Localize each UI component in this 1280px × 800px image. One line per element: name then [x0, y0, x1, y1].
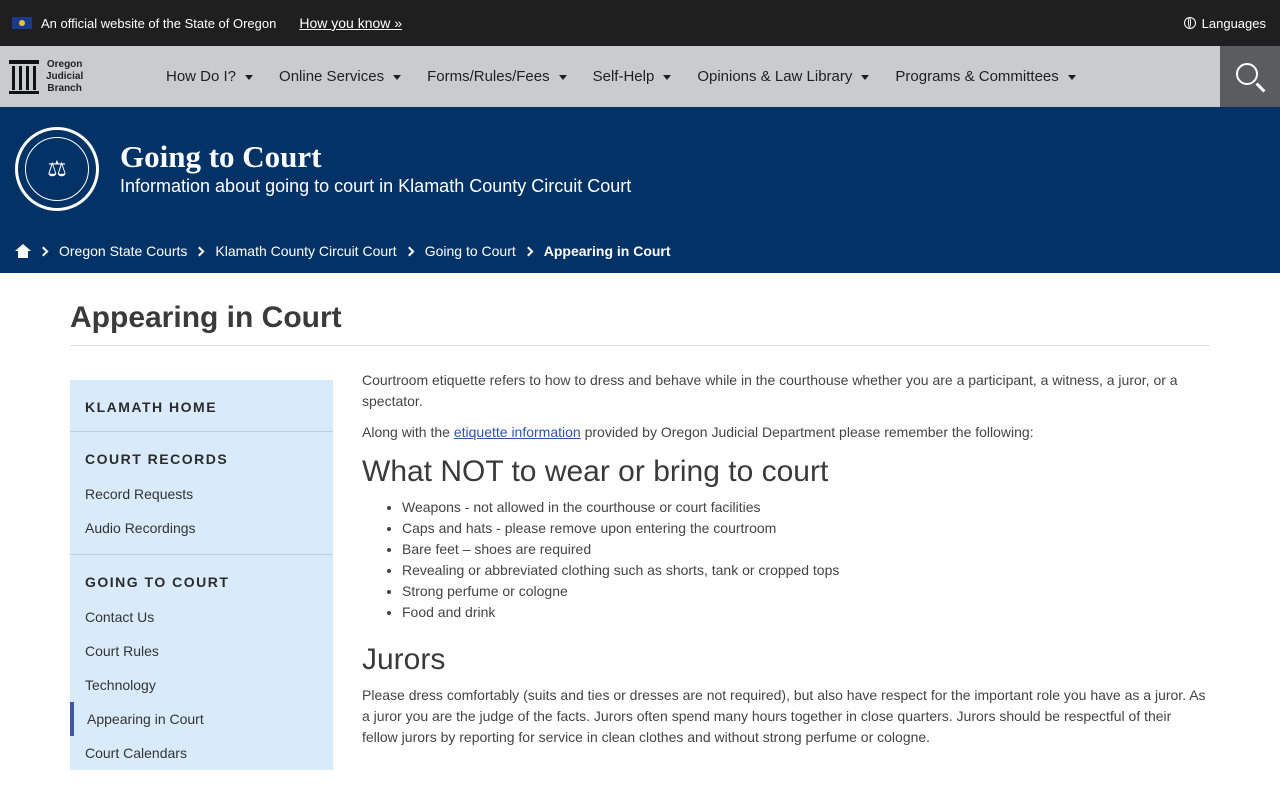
chevron-right-icon — [38, 246, 49, 256]
jurors-paragraph: Please dress comfortably (suits and ties… — [362, 687, 1206, 745]
languages-label: Languages — [1201, 15, 1266, 31]
main-navbar: Oregon Judicial Branch How Do I? Online … — [0, 46, 1280, 107]
sidebar-item-court-rules[interactable]: Court Rules — [70, 634, 333, 668]
banner-title: Going to Court — [120, 139, 322, 174]
sidebar-heading-court-records[interactable]: COURT RECORDS — [70, 432, 333, 483]
nav-menu: How Do I? Online Services Forms/Rules/Fe… — [166, 68, 1102, 85]
chevron-right-icon — [523, 246, 534, 256]
page-title: Appearing in Court — [70, 273, 1210, 346]
list-item: Revealing or abbreviated clothing such a… — [402, 560, 1210, 581]
list-item: Weapons - not allowed in the courthouse … — [402, 497, 1210, 518]
home-icon[interactable] — [15, 244, 31, 258]
list-item: Caps and hats - please remove upon enter… — [402, 518, 1210, 539]
sidebar-item-appearing-in-court[interactable]: Appearing in Court — [70, 702, 333, 736]
sidebar-item-audio-recordings[interactable]: Audio Recordings — [70, 511, 333, 554]
etiquette-paragraph: Along with the etiquette information pro… — [362, 424, 1034, 440]
list-item: Strong perfume or cologne — [402, 581, 1210, 602]
breadcrumb-current: Appearing in Court — [543, 243, 671, 259]
breadcrumb: Oregon State Courts Klamath County Circu… — [15, 243, 671, 259]
sidebar-item-contact-us[interactable]: Contact Us — [70, 600, 333, 634]
sidebar-heading-going-to-court[interactable]: GOING TO COURT — [70, 555, 333, 606]
etiquette-information-link[interactable]: etiquette information — [454, 424, 581, 440]
nav-online-services[interactable]: Online Services — [279, 68, 402, 85]
search-icon — [1236, 62, 1258, 85]
chevron-right-icon — [194, 246, 205, 256]
languages-button[interactable]: Languages — [1183, 15, 1266, 31]
breadcrumb-klamath-county[interactable]: Klamath County Circuit Court — [215, 243, 396, 259]
caret-down-icon — [245, 75, 254, 80]
caret-down-icon — [663, 75, 672, 80]
caret-down-icon — [558, 75, 567, 80]
page-banner: ⚖ Going to Court Information about going… — [0, 107, 1280, 273]
nav-self-help[interactable]: Self-Help — [593, 68, 672, 85]
nav-programs-committees[interactable]: Programs & Committees — [895, 68, 1076, 85]
ojd-logo[interactable]: Oregon Judicial Branch — [0, 59, 154, 95]
nav-opinions-law-library[interactable]: Opinions & Law Library — [697, 68, 870, 85]
official-banner: An official website of the State of Oreg… — [0, 0, 1280, 46]
banner-subtitle: Information about going to court in Klam… — [120, 176, 632, 196]
pillar-icon — [9, 59, 39, 94]
wear-list: Weapons - not allowed in the courthouse … — [362, 497, 1210, 623]
how-you-know-link[interactable]: How you know » — [299, 15, 402, 31]
brand-text: Oregon Judicial Branch — [46, 58, 84, 94]
caret-down-icon — [393, 75, 402, 80]
globe-icon — [1183, 17, 1196, 29]
oregon-flag-icon — [12, 17, 32, 29]
heading-what-not-to-wear: What NOT to wear or bring to court — [362, 455, 829, 488]
heading-jurors: Jurors — [362, 643, 446, 676]
caret-down-icon — [861, 75, 870, 80]
sidebar: KLAMATH HOME COURT RECORDS Record Reques… — [70, 380, 333, 770]
official-text: An official website of the State of Oreg… — [41, 15, 277, 31]
intro-paragraph: Courtroom etiquette refers to how to dre… — [362, 372, 1178, 409]
sidebar-group-court-records: COURT RECORDS Record Requests Audio Reco… — [70, 431, 333, 554]
main-content: Courtroom etiquette refers to how to dre… — [362, 372, 1210, 770]
search-button[interactable] — [1220, 46, 1280, 107]
breadcrumb-oregon-state-courts[interactable]: Oregon State Courts — [59, 243, 187, 259]
list-item: Food and drink — [402, 602, 1210, 623]
sidebar-group-going-to-court: GOING TO COURT Contact Us Court Rules Te… — [70, 554, 333, 770]
list-item: Bare feet – shoes are required — [402, 539, 1210, 560]
sidebar-item-record-requests[interactable]: Record Requests — [70, 477, 333, 511]
nav-how-do-i[interactable]: How Do I? — [166, 68, 254, 85]
chevron-right-icon — [404, 246, 415, 256]
sidebar-item-klamath-home[interactable]: KLAMATH HOME — [70, 380, 333, 431]
sidebar-item-court-calendars[interactable]: Court Calendars — [70, 736, 333, 770]
nav-forms-rules-fees[interactable]: Forms/Rules/Fees — [427, 68, 567, 85]
breadcrumb-going-to-court[interactable]: Going to Court — [425, 243, 516, 259]
page-body: Appearing in Court KLAMATH HOME COURT RE… — [0, 273, 1280, 770]
judicial-seal-icon: ⚖ — [15, 127, 99, 211]
sidebar-item-technology[interactable]: Technology — [70, 668, 333, 702]
caret-down-icon — [1067, 75, 1076, 80]
